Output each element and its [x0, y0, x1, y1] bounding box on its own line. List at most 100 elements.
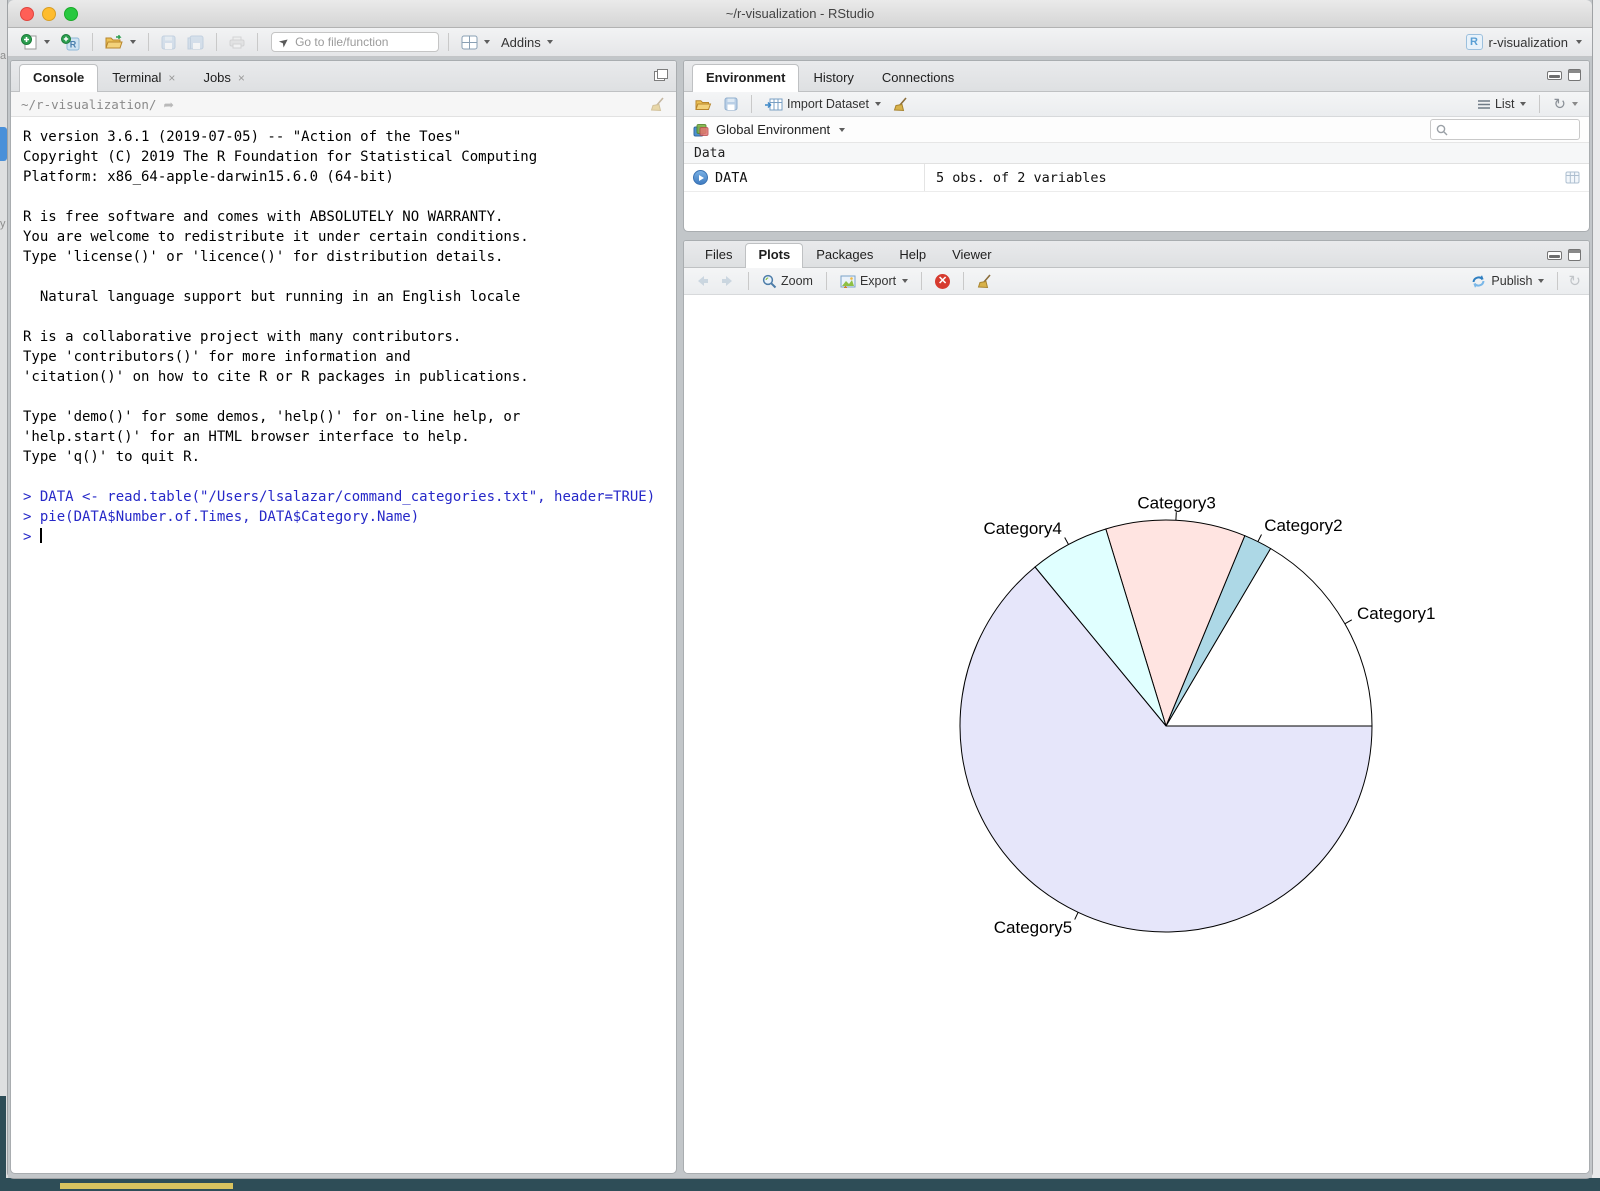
remove-plot-button[interactable]: ✕	[932, 273, 953, 290]
pie-label-Category4: Category4	[983, 519, 1061, 538]
object-name: DATA	[715, 170, 748, 186]
addins-dropdown-caret[interactable]	[547, 40, 553, 44]
maximize-pane-icon[interactable]	[1568, 69, 1581, 81]
search-icon	[1436, 124, 1448, 136]
console-output-line: R version 3.6.1 (2019-07-05) -- "Action …	[23, 127, 676, 147]
import-dataset-label: Import Dataset	[787, 97, 869, 111]
view-table-icon[interactable]	[1565, 171, 1580, 184]
publish-label: Publish	[1491, 274, 1532, 288]
save-button[interactable]	[158, 33, 179, 52]
close-window-button[interactable]	[20, 7, 34, 21]
minimize-pane-icon[interactable]	[1547, 71, 1562, 80]
environment-object-row[interactable]: DATA5 obs. of 2 variables	[684, 164, 1589, 192]
workspace-panes-button[interactable]	[458, 33, 493, 52]
tab-console[interactable]: Console	[19, 64, 98, 92]
open-file-button[interactable]	[102, 33, 139, 52]
tab-jobs[interactable]: Jobs ×	[189, 64, 258, 92]
addins-button[interactable]: Addins	[498, 33, 556, 52]
close-icon[interactable]: ×	[238, 71, 245, 85]
environment-scope-caret[interactable]	[839, 128, 845, 132]
plots-toolbar: Zoom Export ✕	[684, 268, 1589, 295]
console-output[interactable]: R version 3.6.1 (2019-07-05) -- "Action …	[11, 117, 676, 547]
goto-placeholder: Go to file/function	[295, 35, 388, 49]
next-plot-button[interactable]	[718, 274, 738, 288]
toolbar-separator	[448, 33, 449, 51]
refresh-plot-icon[interactable]: ↻	[1568, 274, 1581, 289]
toolbar-separator	[257, 33, 258, 51]
close-icon[interactable]: ×	[168, 71, 175, 85]
zoom-plot-button[interactable]: Zoom	[759, 273, 816, 290]
tab-help[interactable]: Help	[886, 243, 939, 268]
refresh-caret[interactable]	[1572, 102, 1578, 106]
tab-terminal-label: Terminal	[112, 70, 161, 85]
goto-file-function-input[interactable]: ➤ Go to file/function	[271, 32, 439, 52]
tab-viewer[interactable]: Viewer	[939, 243, 1005, 268]
list-mode-label: List	[1495, 97, 1514, 111]
environment-search-input[interactable]	[1430, 119, 1580, 140]
import-dataset-button[interactable]: Import Dataset	[762, 96, 884, 112]
project-menu-button[interactable]: R r-visualization	[1466, 34, 1582, 50]
import-dataset-caret[interactable]	[875, 102, 881, 106]
publish-caret[interactable]	[1538, 279, 1544, 283]
toolbar-separator	[826, 272, 827, 290]
save-workspace-button[interactable]	[721, 96, 741, 112]
tab-plots[interactable]: Plots	[745, 243, 803, 268]
new-file-button[interactable]	[18, 32, 53, 53]
minimize-window-button[interactable]	[42, 7, 56, 21]
new-file-dropdown-caret[interactable]	[44, 40, 50, 44]
clear-environment-button[interactable]	[890, 96, 912, 113]
broom-icon	[977, 274, 993, 289]
print-button[interactable]	[226, 33, 248, 51]
previous-plot-button[interactable]	[692, 274, 712, 288]
goto-directory-icon[interactable]: ➦	[163, 97, 173, 112]
tab-environment[interactable]: Environment	[692, 64, 799, 92]
publish-icon	[1470, 274, 1487, 289]
console-input-line: > DATA <- read.table("/Users/lsalazar/co…	[23, 487, 676, 507]
background-text-fragment: a	[0, 50, 6, 62]
view-mode-caret[interactable]	[1520, 102, 1526, 106]
panes-dropdown-caret[interactable]	[484, 40, 490, 44]
plots-panel: Files Plots Packages Help Viewer	[683, 240, 1590, 1174]
clear-console-broom-icon[interactable]	[650, 97, 666, 112]
pie-label-tick	[1065, 538, 1069, 545]
tab-viewer-label: Viewer	[952, 247, 992, 262]
minimize-pane-icon[interactable]	[1547, 251, 1562, 260]
clear-all-plots-button[interactable]	[974, 273, 996, 290]
load-workspace-button[interactable]	[692, 97, 715, 112]
panes-grid-icon	[461, 35, 478, 50]
global-environment-icon	[693, 122, 709, 137]
environment-view-mode-button[interactable]: List	[1474, 96, 1529, 112]
open-recent-dropdown-caret[interactable]	[130, 40, 136, 44]
environment-tabbar: Environment History Connections	[684, 61, 1589, 92]
publish-button[interactable]: Publish	[1467, 273, 1547, 290]
console-output-line: Copyright (C) 2019 The R Foundation for …	[23, 147, 676, 167]
tab-packages-label: Packages	[816, 247, 873, 262]
tab-terminal[interactable]: Terminal ×	[98, 64, 189, 92]
refresh-environment-button[interactable]: ↻	[1550, 96, 1581, 113]
toolbar-separator	[748, 272, 749, 290]
tab-packages[interactable]: Packages	[803, 243, 886, 268]
save-all-button[interactable]	[184, 33, 207, 52]
pie-label-Category1: Category1	[1357, 604, 1435, 623]
environment-scope-label: Global Environment	[716, 122, 830, 137]
console-output-line: R is free software and comes with ABSOLU…	[23, 207, 676, 227]
background-dark-fragment	[0, 1096, 6, 1178]
zoom-window-button[interactable]	[64, 7, 78, 21]
maximize-pane-icon[interactable]	[1568, 249, 1581, 261]
tab-jobs-label: Jobs	[203, 70, 230, 85]
export-caret[interactable]	[902, 279, 908, 283]
forward-arrow-icon	[721, 275, 735, 287]
tab-connections[interactable]: Connections	[868, 64, 968, 92]
export-plot-button[interactable]: Export	[837, 273, 911, 289]
expand-object-icon[interactable]	[693, 170, 708, 185]
broom-icon	[893, 97, 909, 112]
tab-plots-label: Plots	[758, 247, 790, 262]
console-output-line: Platform: x86_64-apple-darwin15.6.0 (64-…	[23, 167, 676, 187]
console-output-line: Natural language support but running in …	[23, 287, 676, 307]
popout-console-icon[interactable]	[654, 69, 668, 81]
new-project-button[interactable]: R	[58, 32, 83, 53]
tab-history[interactable]: History	[799, 64, 867, 92]
project-dropdown-caret[interactable]	[1576, 40, 1582, 44]
tab-files[interactable]: Files	[692, 243, 745, 268]
addins-label: Addins	[501, 35, 541, 50]
